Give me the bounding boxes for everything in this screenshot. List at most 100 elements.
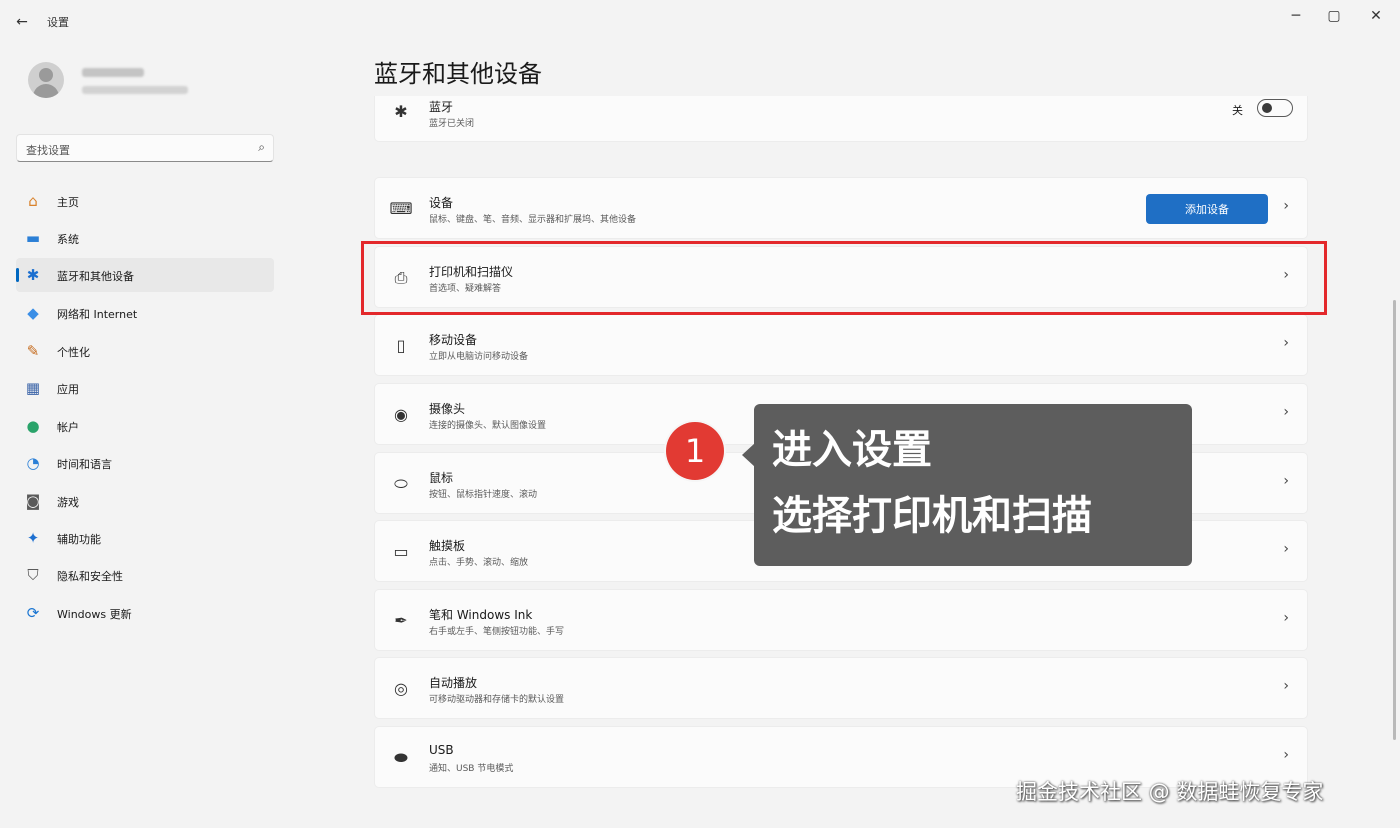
tooltip-line-2: 选择打印机和扫描	[772, 493, 1092, 539]
app-title: 设置	[47, 16, 69, 29]
sidebar-item-1[interactable]: ▬ 系统	[16, 221, 274, 255]
chevron-right-icon[interactable]: ›	[1283, 610, 1289, 626]
sidebar-item-3[interactable]: ◆ 网络和 Internet	[16, 296, 274, 330]
bluetooth-icon: ✱	[394, 102, 408, 121]
step-badge: 1	[666, 422, 724, 480]
card-2[interactable]: ▯ 移动设备立即从电脑访问移动设备 ›	[374, 314, 1308, 376]
bluetooth-toggle[interactable]	[1257, 99, 1293, 117]
sidebar-item-8[interactable]: ◙ 游戏	[16, 484, 274, 518]
chevron-right-icon[interactable]: ›	[1283, 335, 1289, 351]
sidebar-item-label: 个性化	[57, 346, 90, 359]
card-title: 笔和 Windows Ink	[429, 608, 533, 622]
sidebar-item-icon: ✱	[26, 266, 40, 284]
sidebar-item-label: 时间和语言	[57, 458, 112, 471]
account-name-blurred	[82, 68, 144, 77]
card-icon: ◉	[394, 405, 408, 424]
sidebar-item-icon: ▬	[25, 229, 41, 247]
chevron-right-icon[interactable]: ›	[1283, 678, 1289, 694]
sidebar-item-10[interactable]: ⛉ 隐私和安全性	[16, 558, 274, 592]
card-title: USB	[429, 743, 454, 757]
card-subtitle: 立即从电脑访问移动设备	[429, 352, 529, 362]
sidebar-item-icon: ◙	[25, 492, 41, 510]
sidebar-item-icon: ✎	[26, 342, 40, 360]
back-arrow-icon[interactable]: ←	[10, 10, 34, 34]
sidebar-item-9[interactable]: ✦ 辅助功能	[16, 521, 274, 555]
card-icon: ⬭	[394, 474, 408, 493]
title-bar: ← 设置 ─ ▢ ✕	[0, 0, 1400, 44]
sidebar-item-icon: ◆	[27, 304, 39, 322]
highlight-box	[361, 241, 1327, 315]
sidebar-item-5[interactable]: ▦ 应用	[16, 371, 274, 405]
sidebar-item-icon: ⛉	[27, 566, 39, 584]
scrollbar[interactable]	[1393, 300, 1396, 740]
card-icon: ⬬	[394, 748, 408, 767]
sidebar-item-label: 主页	[57, 196, 79, 209]
sidebar-item-label: 网络和 Internet	[57, 308, 138, 321]
sidebar-item-4[interactable]: ✎ 个性化	[16, 334, 274, 368]
card-icon: ◎	[394, 679, 408, 698]
chevron-right-icon[interactable]: ›	[1283, 541, 1289, 557]
card-icon: ✒	[394, 611, 408, 630]
bluetooth-toggle-label: 关	[1232, 104, 1243, 117]
maximize-icon[interactable]: ▢	[1314, 6, 1354, 26]
card-title: 移动设备	[429, 333, 478, 347]
sidebar-item-11[interactable]: ⟳ Windows 更新	[16, 596, 274, 630]
card-icon: ⌨	[389, 199, 413, 218]
card-0[interactable]: ⌨ 设备鼠标、键盘、笔、音频、显示器和扩展坞、其他设备 添加设备 ›	[374, 177, 1308, 239]
sidebar-item-6[interactable]: ● 帐户	[16, 409, 274, 443]
page-title: 蓝牙和其他设备	[374, 60, 542, 88]
chevron-right-icon[interactable]: ›	[1283, 747, 1289, 763]
avatar[interactable]	[28, 62, 64, 98]
instruction-tooltip: 进入设置 选择打印机和扫描	[754, 404, 1192, 566]
chevron-right-icon[interactable]: ›	[1283, 198, 1289, 214]
sidebar-item-label: Windows 更新	[57, 608, 132, 621]
search-icon[interactable]: ⌕	[258, 140, 265, 155]
card-icon: ▯	[396, 336, 406, 355]
bluetooth-card[interactable]: ✱ 蓝牙 蓝牙已关闭 关	[374, 96, 1308, 142]
card-title: 鼠标	[429, 471, 454, 485]
sidebar-item-icon: ⟳	[26, 604, 40, 622]
sidebar-item-label: 隐私和安全性	[57, 570, 123, 583]
close-icon[interactable]: ✕	[1356, 6, 1396, 26]
card-title: 摄像头	[429, 402, 466, 416]
card-6[interactable]: ✒ 笔和 Windows Ink 右手或左手、笔侧按钮功能、手写 ›	[374, 589, 1308, 651]
search-placeholder: 查找设置	[26, 144, 70, 157]
sidebar-item-icon: ◔	[26, 454, 40, 472]
card-subtitle: 可移动驱动器和存储卡的默认设置	[429, 695, 565, 705]
card-subtitle: 连接的摄像头、默认图像设置	[429, 421, 547, 431]
card-title: 触摸板	[429, 539, 466, 553]
add-device-button[interactable]: 添加设备	[1146, 194, 1268, 224]
card-subtitle: 点击、手势、滚动、缩放	[429, 558, 529, 568]
sidebar-item-label: 辅助功能	[57, 533, 101, 546]
card-icon: ▭	[393, 542, 409, 561]
sidebar-item-0[interactable]: ⌂ 主页	[16, 184, 274, 218]
card-title: 自动播放	[429, 676, 478, 690]
sidebar-item-label: 系统	[57, 233, 79, 246]
active-indicator	[16, 268, 19, 282]
search-input[interactable]: 查找设置 ⌕	[16, 134, 274, 162]
sidebar-item-icon: ✦	[26, 529, 40, 547]
sidebar-item-label: 应用	[57, 383, 79, 396]
chevron-right-icon[interactable]: ›	[1283, 404, 1289, 420]
card-subtitle: 通知、USB 节电模式	[429, 764, 514, 774]
sidebar-item-icon: ⌂	[28, 192, 38, 210]
sidebar-item-label: 蓝牙和其他设备	[57, 270, 134, 283]
card-7[interactable]: ◎ 自动播放可移动驱动器和存储卡的默认设置 ›	[374, 657, 1308, 719]
minimize-icon[interactable]: ─	[1276, 6, 1316, 26]
sidebar-item-icon: ▦	[25, 379, 41, 397]
chevron-right-icon[interactable]: ›	[1283, 473, 1289, 489]
card-subtitle: 按钮、鼠标指针速度、滚动	[429, 490, 538, 500]
card-title: 设备	[429, 196, 454, 210]
sidebar-item-icon: ●	[26, 417, 40, 435]
sidebar-item-label: 游戏	[57, 496, 79, 509]
bluetooth-title: 蓝牙	[429, 100, 454, 114]
watermark: 掘金技术社区 @ 数据蛙恢复专家	[1016, 780, 1324, 804]
card-subtitle: 鼠标、键盘、笔、音频、显示器和扩展坞、其他设备	[429, 215, 637, 225]
tooltip-line-1: 进入设置	[772, 427, 932, 473]
sidebar-item-7[interactable]: ◔ 时间和语言	[16, 446, 274, 480]
sidebar-item-label: 帐户	[57, 421, 79, 434]
sidebar-item-2[interactable]: ✱ 蓝牙和其他设备	[16, 258, 274, 292]
card-subtitle: 右手或左手、笔侧按钮功能、手写	[429, 627, 565, 637]
account-email-blurred	[82, 86, 188, 94]
toggle-knob	[1262, 103, 1272, 113]
